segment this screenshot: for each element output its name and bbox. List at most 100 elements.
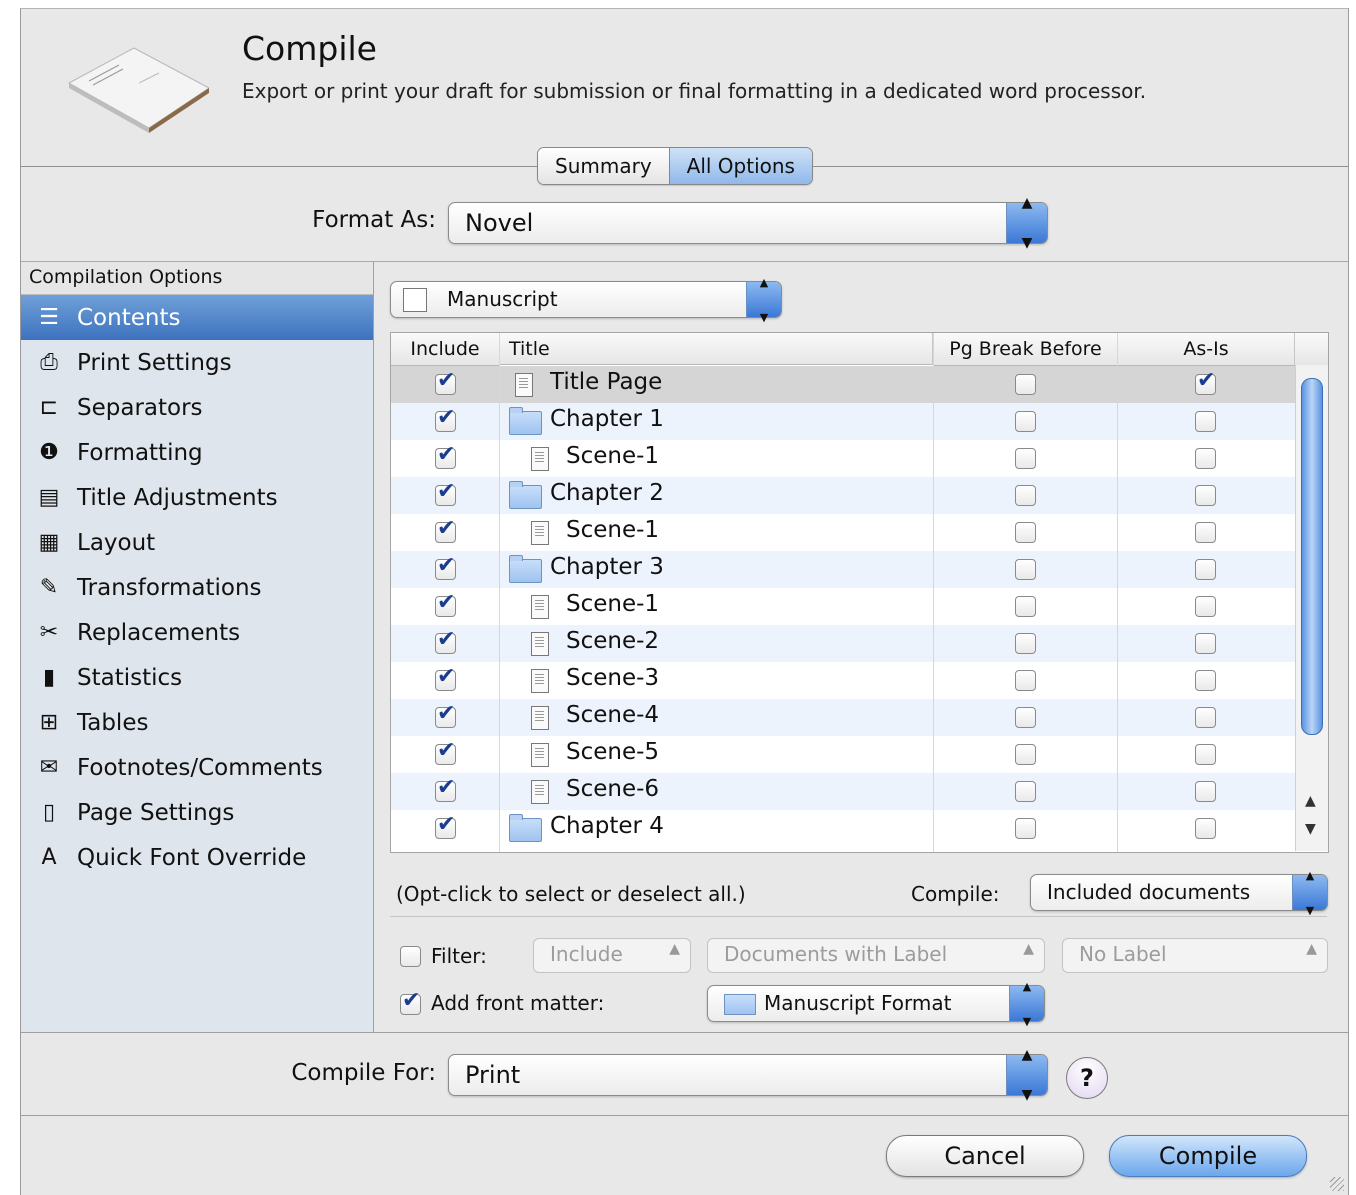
table-row[interactable]: Chapter 1 <box>391 403 1295 440</box>
format-as-popup[interactable]: Novel ▲ ▼ <box>448 195 1048 251</box>
pg-break-checkbox[interactable] <box>1015 374 1036 395</box>
compile-scope-popup[interactable]: Included documents ▲ ▼ <box>1030 869 1328 917</box>
table-row[interactable]: Chapter 4 <box>391 810 1295 847</box>
help-button[interactable]: ? <box>1066 1057 1108 1099</box>
table-row[interactable]: Scene-4 <box>391 699 1295 736</box>
table-row[interactable]: Scene-2 <box>391 625 1295 662</box>
source-popup[interactable]: Manuscript ▲ ▼ <box>390 276 782 324</box>
sidebar-item-footnotes-comments[interactable]: ✉ Footnotes/Comments <box>21 745 373 790</box>
pg-break-checkbox[interactable] <box>1015 818 1036 839</box>
table-row[interactable]: Scene-3 <box>391 662 1295 699</box>
pg-break-checkbox[interactable] <box>1015 411 1036 432</box>
resize-grip-icon[interactable] <box>1330 1177 1344 1191</box>
table-row[interactable]: Scene-1 <box>391 440 1295 477</box>
include-checkbox[interactable] <box>435 775 456 802</box>
column-header-pg-break[interactable]: Pg Break Before <box>934 333 1118 366</box>
document-icon <box>515 373 533 397</box>
sidebar-item-formatting[interactable]: ❶ Formatting <box>21 430 373 475</box>
folder-icon <box>509 407 542 435</box>
pg-break-checkbox[interactable] <box>1015 707 1036 728</box>
as-is-checkbox[interactable] <box>1195 368 1216 395</box>
row-title: Scene-5 <box>566 739 660 765</box>
sidebar-item-page-settings[interactable]: ▯ Page Settings <box>21 790 373 835</box>
include-checkbox[interactable] <box>435 590 456 617</box>
cancel-button[interactable]: Cancel <box>886 1135 1084 1177</box>
include-checkbox[interactable] <box>435 701 456 728</box>
as-is-checkbox[interactable] <box>1195 781 1216 802</box>
sidebar-item-transformations[interactable]: ✎ Transformations <box>21 565 373 610</box>
table-row[interactable]: Scene-1 <box>391 588 1295 625</box>
table-row[interactable]: Chapter 2 <box>391 477 1295 514</box>
pg-break-checkbox[interactable] <box>1015 633 1036 654</box>
include-checkbox[interactable] <box>435 405 456 432</box>
table-row[interactable]: Chapter 3 <box>391 551 1295 588</box>
include-checkbox[interactable] <box>435 738 456 765</box>
filter-value-popup[interactable]: No Label ▲ <box>1062 938 1328 973</box>
scrollbar-thumb[interactable] <box>1301 378 1323 735</box>
include-checkbox[interactable] <box>435 627 456 654</box>
table-row[interactable]: Scene-5 <box>391 736 1295 773</box>
include-checkbox[interactable] <box>435 664 456 691</box>
folder-icon <box>509 814 542 842</box>
table-row[interactable]: Title Page <box>391 366 1295 403</box>
compile-for-popup[interactable]: Print ▲ ▼ <box>448 1047 1048 1103</box>
include-checkbox[interactable] <box>435 368 456 395</box>
pg-break-checkbox[interactable] <box>1015 485 1036 506</box>
sidebar-item-quick-font-override[interactable]: A Quick Font Override <box>21 835 373 880</box>
column-header-title[interactable]: Title <box>500 333 933 365</box>
as-is-checkbox[interactable] <box>1195 596 1216 617</box>
pg-break-checkbox[interactable] <box>1015 596 1036 617</box>
pg-break-checkbox[interactable] <box>1015 522 1036 543</box>
include-checkbox[interactable] <box>435 516 456 543</box>
table-row[interactable]: Scene-1 <box>391 514 1295 551</box>
tab-summary[interactable]: Summary <box>538 148 669 184</box>
filter-op-popup[interactable]: Include ▲ <box>533 938 691 973</box>
sidebar-item-separators[interactable]: ⊏ Separators <box>21 385 373 430</box>
as-is-checkbox[interactable] <box>1195 448 1216 469</box>
include-checkbox[interactable] <box>435 479 456 506</box>
as-is-checkbox[interactable] <box>1195 522 1216 543</box>
sidebar-item-statistics[interactable]: ▮ Statistics <box>21 655 373 700</box>
filter-checkbox[interactable] <box>400 946 421 967</box>
front-matter-popup[interactable]: Manuscript Format ▲ ▼ <box>707 980 1045 1028</box>
column-header-as-is[interactable]: As-Is <box>1118 333 1295 366</box>
scroll-down-arrow-icon[interactable]: ▼ <box>1305 821 1316 837</box>
as-is-checkbox[interactable] <box>1195 411 1216 432</box>
view-mode-segmented-control[interactable]: Summary All Options <box>537 147 813 185</box>
contents-table: Include Title Pg Break Before As-Is Titl… <box>390 332 1329 853</box>
header: Compile Export or print your draft for s… <box>21 9 1348 166</box>
sidebar-item-print-settings[interactable]: ⎙ Print Settings <box>21 340 373 385</box>
pg-break-checkbox[interactable] <box>1015 781 1036 802</box>
table-row[interactable]: Scene-6 <box>391 773 1295 810</box>
as-is-checkbox[interactable] <box>1195 485 1216 506</box>
transformations-icon: ✎ <box>39 575 59 600</box>
tab-all-options[interactable]: All Options <box>668 148 812 184</box>
filter-field-popup[interactable]: Documents with Label ▲ <box>707 938 1045 973</box>
as-is-checkbox[interactable] <box>1195 633 1216 654</box>
sidebar-item-title-adjustments[interactable]: ▤ Title Adjustments <box>21 475 373 520</box>
pg-break-checkbox[interactable] <box>1015 559 1036 580</box>
as-is-checkbox[interactable] <box>1195 818 1216 839</box>
sidebar-item-contents[interactable]: ☰ Contents <box>21 295 373 340</box>
as-is-checkbox[interactable] <box>1195 670 1216 691</box>
pg-break-checkbox[interactable] <box>1015 744 1036 765</box>
as-is-checkbox[interactable] <box>1195 744 1216 765</box>
include-checkbox[interactable] <box>435 442 456 469</box>
include-checkbox[interactable] <box>435 812 456 839</box>
compile-button[interactable]: Compile <box>1109 1135 1307 1177</box>
document-icon <box>531 706 549 730</box>
as-is-checkbox[interactable] <box>1195 559 1216 580</box>
sidebar-item-tables[interactable]: ⊞ Tables <box>21 700 373 745</box>
as-is-checkbox[interactable] <box>1195 707 1216 728</box>
vertical-scrollbar[interactable]: ▲ ▼ <box>1295 365 1328 851</box>
scroll-up-arrow-icon[interactable]: ▲ <box>1305 793 1316 809</box>
sidebar-item-replacements[interactable]: ✂ Replacements <box>21 610 373 655</box>
folder-icon <box>509 555 542 583</box>
sidebar-item-layout[interactable]: ▦ Layout <box>21 520 373 565</box>
column-header-include[interactable]: Include <box>391 333 500 366</box>
pg-break-checkbox[interactable] <box>1015 670 1036 691</box>
include-checkbox[interactable] <box>435 553 456 580</box>
compile-scope-value: Included documents <box>1047 880 1251 904</box>
pg-break-checkbox[interactable] <box>1015 448 1036 469</box>
add-front-matter-checkbox[interactable] <box>400 988 421 1015</box>
